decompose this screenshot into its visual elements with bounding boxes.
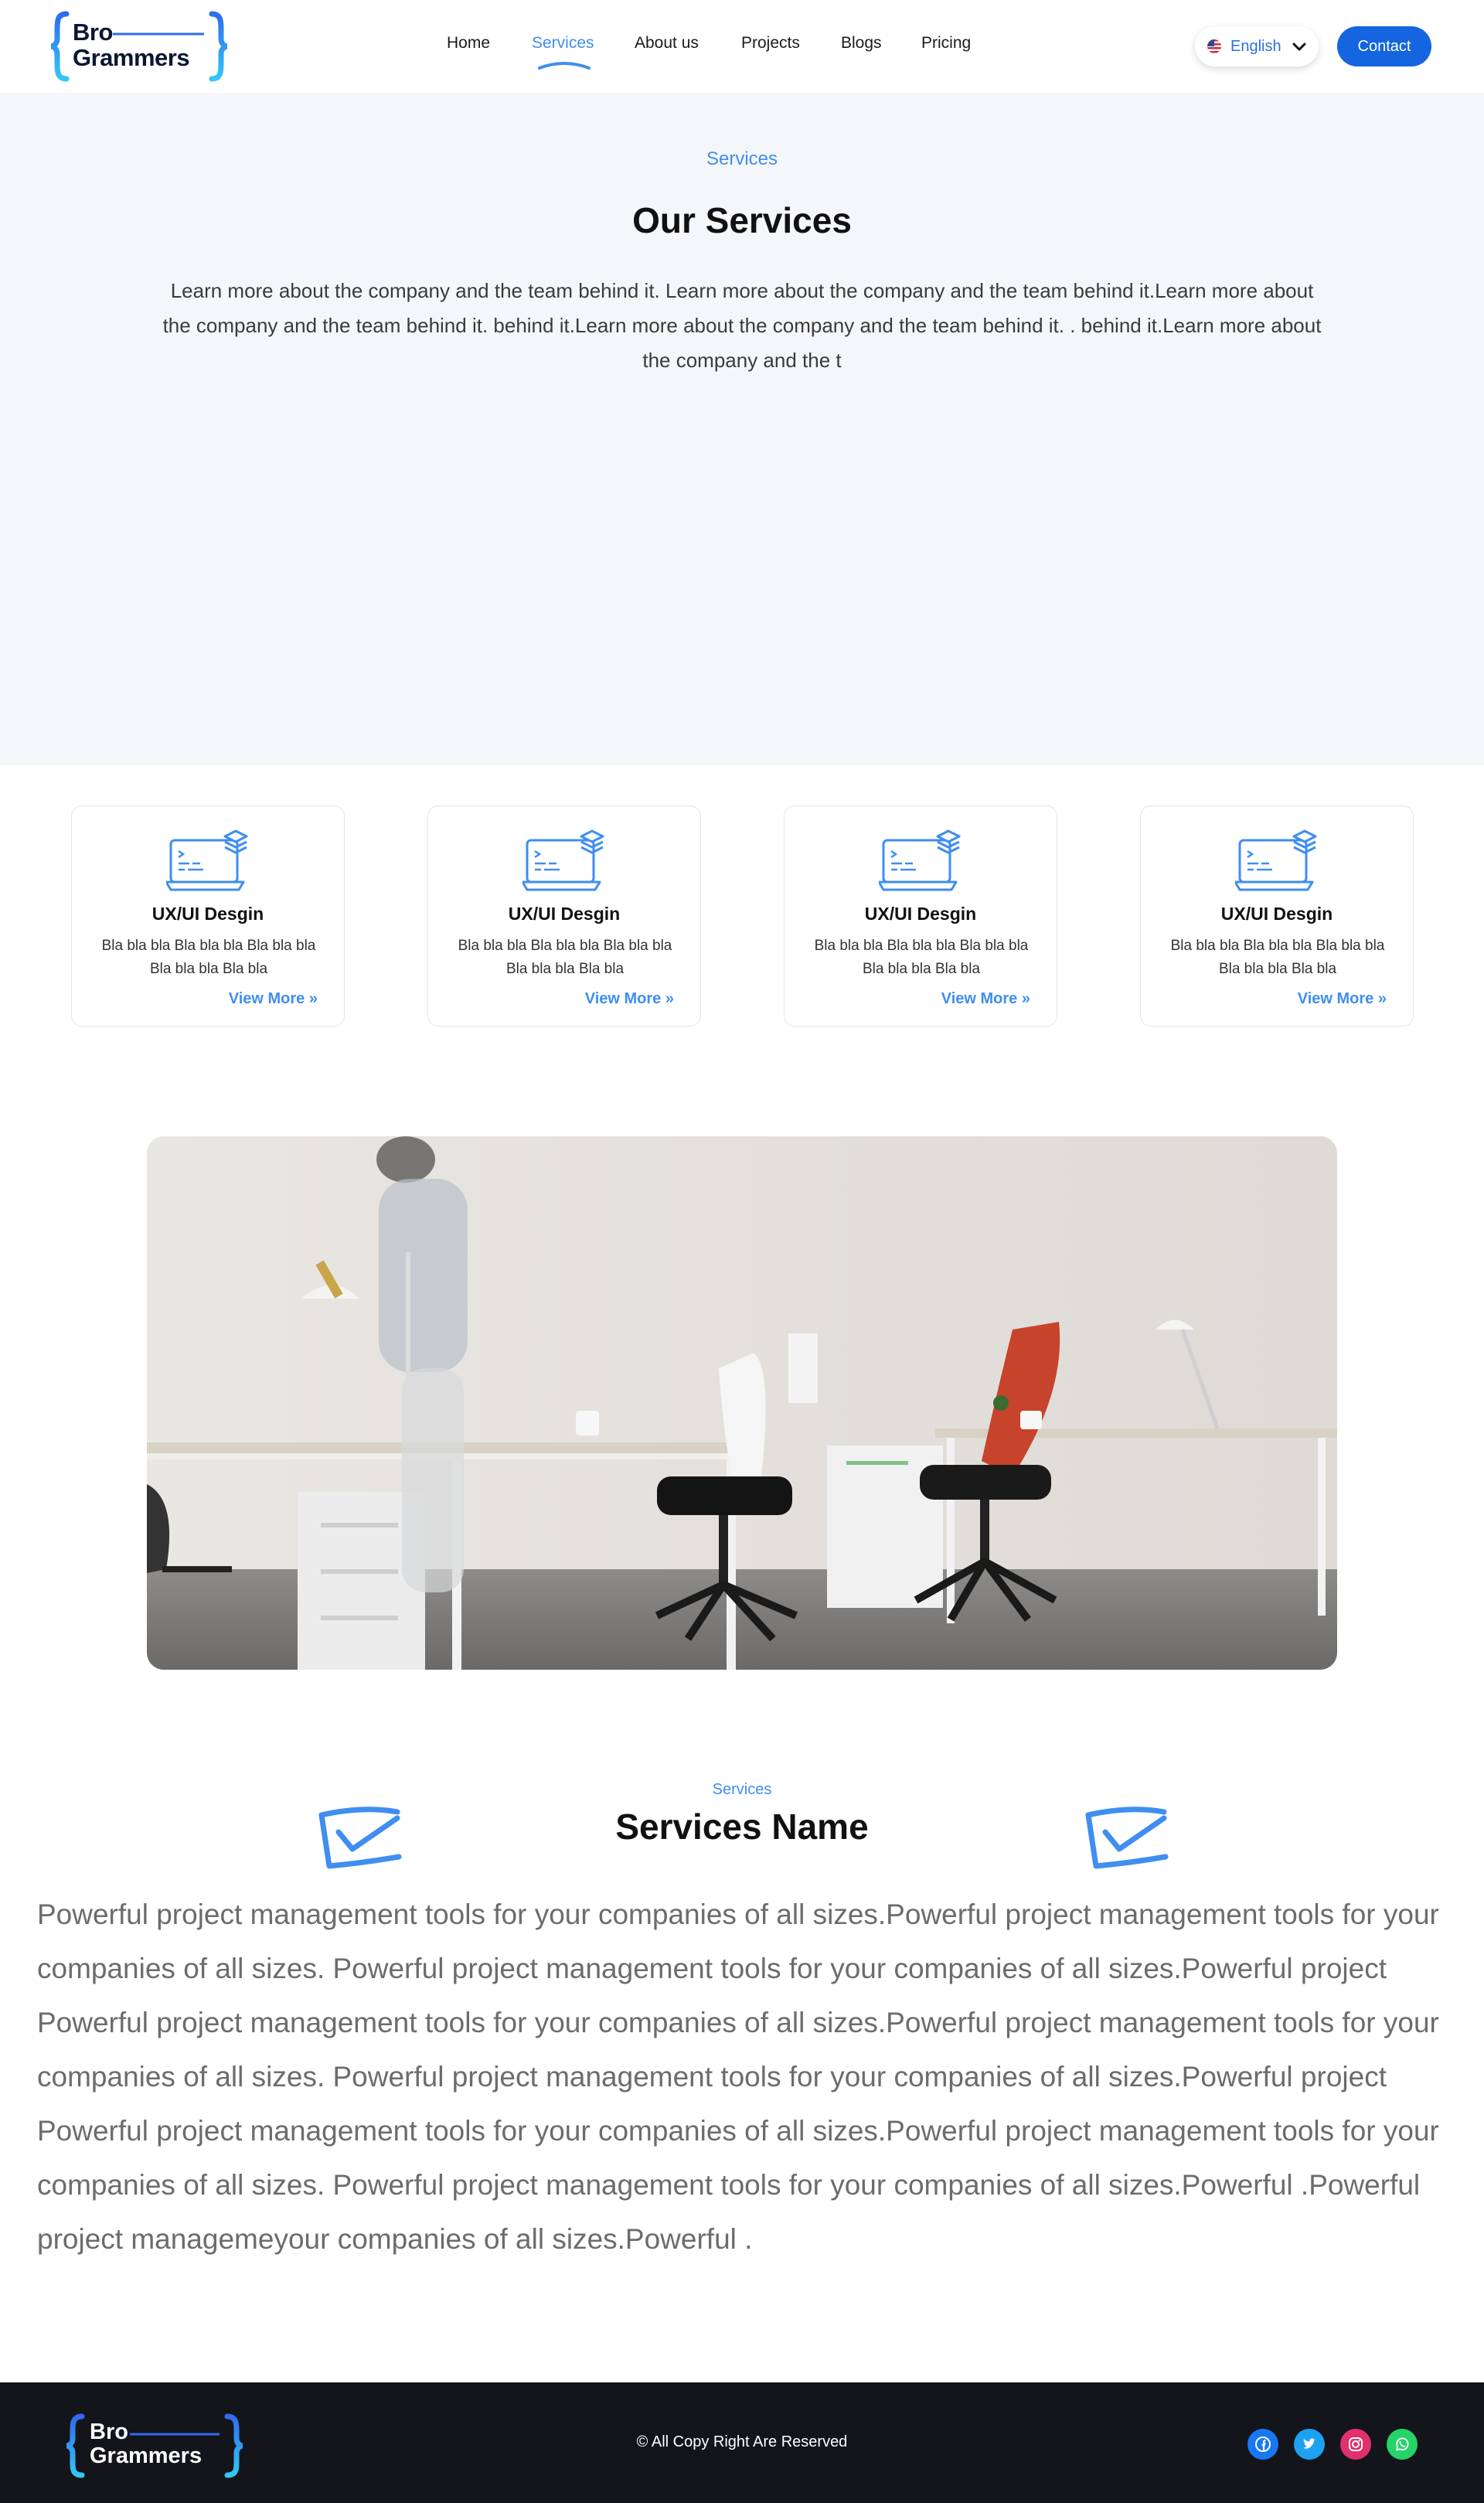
active-nav-underline (538, 62, 591, 70)
view-more-link[interactable]: View More » (941, 990, 1030, 1008)
facebook-icon (1255, 2437, 1271, 2452)
chevron-down-icon (1292, 43, 1306, 51)
laptop-code-icon (879, 829, 961, 891)
brand-line-2: Grammers (73, 44, 190, 71)
card-title: UX/UI Desgin (1220, 904, 1333, 924)
view-more-link[interactable]: View More » (1298, 990, 1387, 1008)
us-flag-icon (1207, 39, 1221, 53)
card-description: Bla bla bla Bla bla bla Bla bla bla Bla … (1170, 938, 1385, 977)
brand-line-1: Bro (73, 19, 113, 46)
service-card[interactable]: UX/UI Desgin Bla bla bla Bla bla bla Bla… (1140, 805, 1414, 1027)
laptop-code-icon (166, 829, 248, 891)
double-chevron-right-icon: » (308, 990, 318, 1007)
hero-description: Learn more about the company and the tea… (162, 279, 1322, 372)
card-description: Bla bla bla Bla bla bla Bla bla bla Bla … (458, 938, 672, 977)
nav-blogs[interactable]: Blogs (841, 34, 882, 53)
hero-kicker: Services (706, 148, 778, 169)
check-mark-icon (318, 1807, 402, 1869)
nav-about-us[interactable]: About us (635, 34, 699, 53)
instagram-icon (1349, 2437, 1363, 2451)
service-card[interactable]: UX/UI Desgin Bla bla bla Bla bla bla Bla… (71, 805, 345, 1027)
page-title: Our Services (632, 200, 852, 240)
brand-logo[interactable]: Bro Grammers (49, 11, 229, 82)
double-chevron-right-icon: » (665, 990, 674, 1007)
language-label: English (1230, 38, 1281, 55)
nav-pricing[interactable]: Pricing (921, 34, 971, 53)
view-more-link[interactable]: View More » (229, 990, 318, 1008)
laptop-code-icon (1235, 829, 1317, 891)
view-more-link[interactable]: View More » (585, 990, 674, 1008)
laptop-code-icon (522, 829, 604, 891)
twitter-icon (1303, 2438, 1316, 2449)
facebook-link[interactable] (1247, 2429, 1278, 2460)
office-illustration (147, 1136, 1337, 1670)
service-name-title: Services Name (615, 1807, 869, 1847)
instagram-link[interactable] (1340, 2429, 1371, 2460)
service-card[interactable]: UX/UI Desgin Bla bla bla Bla bla bla Bla… (784, 805, 1057, 1027)
double-chevron-right-icon: » (1021, 990, 1030, 1007)
detail-kicker: Services (712, 1781, 772, 1798)
nav-services[interactable]: Services (532, 34, 594, 53)
site-footer: Bro Grammers © All Copy Right Are Reserv… (0, 2382, 1484, 2503)
brand-wordmark: Bro Grammers (73, 19, 190, 71)
card-title: UX/UI Desgin (151, 904, 264, 924)
language-selector[interactable]: English (1195, 26, 1319, 66)
site-header: Bro Grammers Home Services About us Proj… (0, 0, 1484, 93)
double-chevron-right-icon: » (1377, 990, 1387, 1007)
card-title: UX/UI Desgin (508, 904, 621, 924)
services-hero: Services Our Services Learn more about t… (0, 93, 1484, 765)
service-card[interactable]: UX/UI Desgin Bla bla bla Bla bla bla Bla… (427, 805, 701, 1027)
twitter-link[interactable] (1294, 2429, 1325, 2460)
whatsapp-icon (1396, 2437, 1409, 2451)
nav-projects[interactable]: Projects (741, 34, 800, 53)
card-description: Bla bla bla Bla bla bla Bla bla bla Bla … (814, 938, 1029, 977)
contact-button[interactable]: Contact (1337, 26, 1431, 66)
card-title: UX/UI Desgin (864, 904, 977, 924)
whatsapp-link[interactable] (1387, 2429, 1418, 2460)
service-description: Powerful project management tools for yo… (37, 1899, 1439, 2255)
office-photo (147, 1136, 1337, 1670)
card-description: Bla bla bla Bla bla bla Bla bla bla Bla … (101, 938, 316, 977)
nav-home[interactable]: Home (447, 34, 490, 53)
check-mark-icon (1085, 1807, 1169, 1869)
